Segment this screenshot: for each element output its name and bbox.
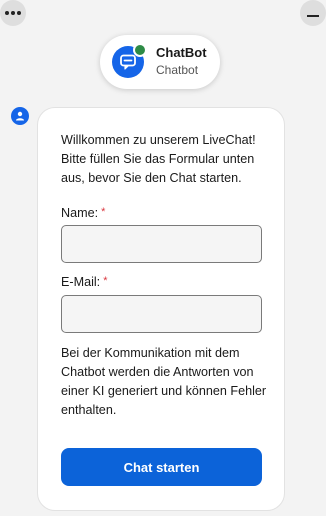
bot-avatar: [112, 43, 147, 78]
bot-subtitle: Chatbot: [156, 63, 199, 77]
ai-disclaimer-text: Bei der Kommunikation mit dem Chatbot we…: [61, 346, 267, 417]
name-label-text: Name:: [61, 206, 99, 220]
online-status-indicator: [133, 43, 147, 57]
email-input[interactable]: [61, 295, 262, 333]
bot-header: ChatBot Chatbot: [100, 35, 220, 89]
welcome-text: Willkommen zu unserem LiveChat! Bitte fü…: [61, 133, 256, 185]
bot-name: ChatBot: [156, 45, 207, 60]
minimize-icon: [307, 15, 319, 17]
prechat-form-card: Willkommen zu unserem LiveChat! Bitte fü…: [37, 107, 285, 511]
chat-bubble-icon: [120, 54, 136, 70]
name-label: Name: *: [61, 206, 105, 220]
more-horizontal-icon: [4, 11, 22, 15]
message-avatar: [11, 107, 29, 125]
email-label-text: E-Mail:: [61, 275, 101, 289]
minimize-button[interactable]: [300, 0, 326, 26]
start-chat-button[interactable]: Chat starten: [61, 448, 262, 486]
name-input[interactable]: [61, 225, 262, 263]
more-options-button[interactable]: [0, 0, 26, 26]
chat-widget: ChatBot Chatbot Willkommen zu unserem Li…: [0, 0, 326, 516]
required-marker: *: [101, 206, 106, 218]
email-label: E-Mail: *: [61, 275, 107, 289]
user-icon: [16, 111, 24, 121]
required-marker: *: [103, 275, 108, 287]
